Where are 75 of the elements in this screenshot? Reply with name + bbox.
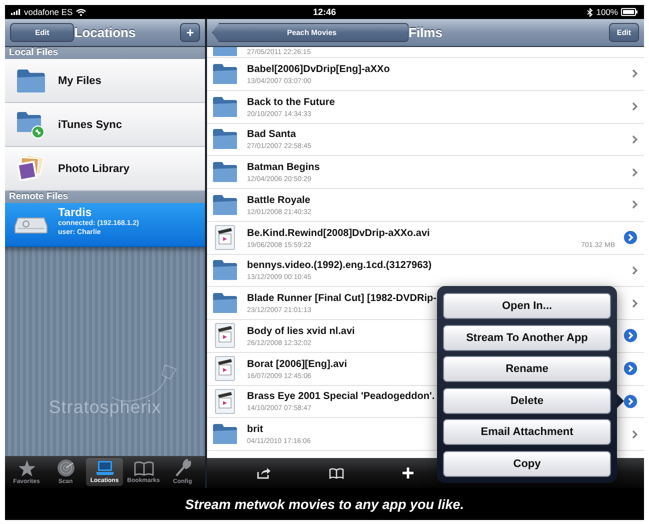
file-name: Batman Begins — [247, 162, 320, 174]
folder-icon — [212, 96, 238, 118]
folder-icon — [212, 62, 238, 85]
section-header: Remote Files — [5, 191, 205, 203]
detail-disclosure-icon[interactable] — [623, 230, 638, 246]
folder-icon — [212, 292, 238, 314]
popover-arrow — [617, 394, 624, 408]
menu-option[interactable]: Rename — [443, 356, 611, 382]
battery-icon — [621, 8, 638, 16]
location-label: My Files — [58, 74, 102, 86]
star-icon — [18, 460, 36, 476]
sync-folder-icon — [16, 110, 46, 138]
menu-option[interactable]: Delete — [443, 388, 611, 414]
detail-disclosure-icon[interactable] — [623, 328, 638, 344]
wrench-icon — [174, 459, 190, 477]
bluetooth-icon — [587, 8, 594, 16]
video-file-icon — [215, 323, 235, 348]
book-icon[interactable] — [329, 468, 344, 478]
folder-icon — [16, 68, 46, 94]
file-name: Babel[2006]DvDrip[Eng]-aXXo — [247, 64, 390, 75]
location-label: Tardis — [58, 207, 93, 219]
chevron-icon — [632, 168, 638, 177]
chevron-icon — [632, 298, 638, 308]
folder-icon — [212, 128, 238, 150]
chevron-icon — [632, 430, 638, 439]
chevron-icon — [632, 266, 638, 275]
chevron-icon — [632, 200, 638, 210]
wifi-icon — [76, 8, 86, 16]
file-name: Body of lies xvid nl.avi — [247, 326, 355, 337]
file-name: Battle Royale — [247, 194, 310, 206]
status-time: 12:46 — [312, 7, 336, 17]
share-icon[interactable] — [257, 467, 271, 479]
server-drive-icon — [14, 216, 48, 234]
location-item[interactable]: Photo Library — [5, 147, 205, 191]
chevron-icon — [632, 102, 638, 112]
brand-watermark: Stratospherix — [48, 397, 162, 418]
video-file-icon — [215, 356, 235, 382]
location-label: Photo Library — [58, 162, 130, 174]
file-name: Brass Eye 2001 Special 'Peadogeddon'. — [247, 391, 435, 402]
folder-icon — [212, 423, 238, 446]
chevron-icon — [632, 69, 638, 78]
detail-disclosure-icon[interactable] — [623, 394, 638, 409]
chevron-icon — [632, 134, 638, 144]
menu-option[interactable]: Email Attachment — [443, 419, 611, 445]
file-name: Borat [2006][Eng].avi — [247, 358, 348, 370]
video-file-icon — [215, 225, 235, 250]
photos-icon — [16, 154, 46, 182]
file-name: Blade Runner [Final Cut] [1982-DVDRip- — [247, 293, 436, 304]
folder-icon — [212, 161, 238, 184]
signal-icon — [11, 9, 21, 15]
carrier-name: vodafone ES — [24, 7, 73, 17]
video-file-icon — [215, 388, 235, 414]
nav-title: Locations — [74, 25, 136, 40]
caption-text: Stream metwok movies to any app you like. — [184, 496, 464, 512]
menu-option[interactable]: Open In... — [443, 293, 611, 319]
file-name: brit — [247, 424, 264, 436]
laptop-icon — [94, 460, 114, 476]
location-label: iTunes Sync — [58, 118, 122, 130]
folder-icon — [212, 259, 238, 282]
add-icon[interactable] — [402, 467, 414, 479]
file-name: Back to the Future — [247, 96, 335, 108]
book-icon — [134, 460, 154, 476]
file-name: Bad Santa — [247, 129, 296, 140]
menu-option[interactable]: Copy — [443, 450, 611, 476]
file-name: bennys.video.(1992).eng.1cd.(3127963) — [247, 260, 432, 272]
folder-icon — [212, 194, 238, 216]
detail-disclosure-icon[interactable] — [623, 361, 638, 376]
radar-icon — [56, 459, 74, 477]
battery-level: 100% — [596, 7, 618, 17]
menu-option[interactable]: Stream To Another App — [443, 324, 611, 350]
file-name: Be.Kind.Rewind[2008]DvDrip-aXXo.avi — [247, 228, 430, 239]
section-header: Local Files — [5, 47, 205, 59]
location-item[interactable]: iTunes Sync — [5, 103, 205, 147]
location-item[interactable]: My Files — [5, 59, 205, 103]
nav-title: Films — [408, 25, 442, 40]
